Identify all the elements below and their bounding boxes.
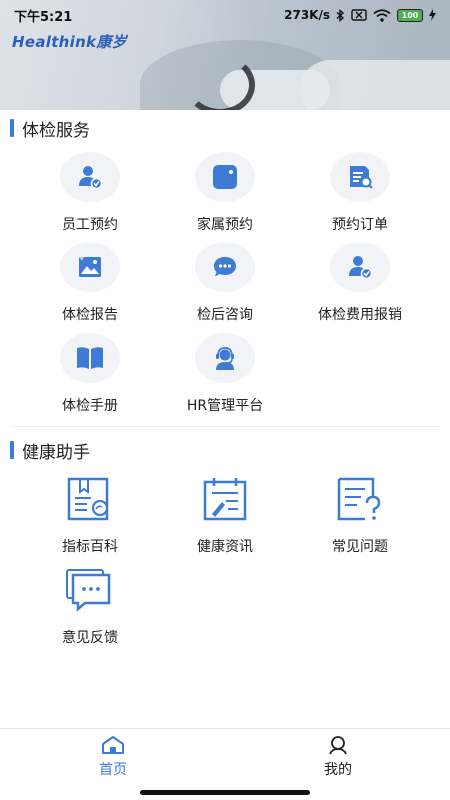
icon-circle <box>60 152 120 202</box>
service-label: 体检费用报销 <box>318 307 402 323</box>
section-title-text: 健康助手 <box>22 442 90 463</box>
assistant-indicator-encyclopedia[interactable]: 指标百科 <box>15 474 165 562</box>
assistant-faq[interactable]: 常见问题 <box>285 474 435 562</box>
icon-circle <box>195 152 255 202</box>
no-sim-icon <box>351 9 367 21</box>
icon-circle <box>330 242 390 292</box>
assistant-label: 常见问题 <box>332 539 388 555</box>
user-icon <box>329 736 347 755</box>
bluetooth-icon <box>336 8 345 22</box>
user-check-icon <box>349 256 373 280</box>
feedback-chat-icon <box>66 569 111 612</box>
service-label: 体检手册 <box>62 398 118 414</box>
notepad-pen-icon <box>203 478 247 521</box>
icon-wrapper <box>60 474 120 524</box>
top-banner[interactable]: 下午5:21 273K/s 100 Healthink康岁 <box>0 0 450 110</box>
service-hr-platform[interactable]: HR管理平台 <box>150 333 300 421</box>
service-booking-orders[interactable]: 预约订单 <box>285 152 435 240</box>
assistant-label: 意见反馈 <box>62 630 118 646</box>
icon-circle <box>330 152 390 202</box>
charging-icon <box>429 9 436 21</box>
tab-home[interactable]: 首页 <box>63 735 163 785</box>
section-title-exam-services: 体检服务 <box>10 118 90 141</box>
section-accent-bar <box>10 441 14 459</box>
service-label: HR管理平台 <box>186 398 264 414</box>
service-exam-handbook[interactable]: 体检手册 <box>15 333 165 421</box>
section-divider <box>10 426 440 427</box>
battery-icon: 100 <box>397 8 423 22</box>
bottom-tab-bar: 首页 我的 <box>0 728 450 790</box>
support-agent-icon <box>216 347 234 370</box>
service-expense-reimbursement[interactable]: 体检费用报销 <box>285 242 435 330</box>
tab-label: 首页 <box>99 762 127 778</box>
wifi-icon <box>373 8 391 22</box>
network-speed: 273K/s <box>284 8 330 22</box>
service-label: 预约订单 <box>332 217 388 233</box>
service-label: 检后咨询 <box>197 307 253 323</box>
tab-label: 我的 <box>324 762 352 778</box>
tablet-icon <box>213 165 237 189</box>
icon-wrapper <box>330 474 390 524</box>
service-family-booking[interactable]: 家属预约 <box>150 152 300 240</box>
book-search-icon <box>67 477 109 521</box>
status-icons: 273K/s 100 <box>284 8 436 22</box>
service-employee-booking[interactable]: 员工预约 <box>15 152 165 240</box>
icon-circle <box>60 333 120 383</box>
section-accent-bar <box>10 119 14 137</box>
home-icon <box>102 736 124 754</box>
chat-bubble-icon <box>214 257 236 277</box>
section-title-health-assistant: 健康助手 <box>10 440 90 463</box>
section-title-text: 体检服务 <box>22 120 90 141</box>
service-exam-report[interactable]: 体检报告 <box>15 242 165 330</box>
report-image-icon <box>79 257 101 277</box>
user-check-icon <box>79 166 103 190</box>
icon-wrapper <box>60 565 120 615</box>
book-icon <box>77 347 103 369</box>
tab-mine[interactable]: 我的 <box>288 735 388 785</box>
order-search-icon <box>350 166 373 189</box>
status-time: 下午5:21 <box>14 9 73 25</box>
home-indicator <box>140 790 310 795</box>
status-bar: 下午5:21 273K/s 100 <box>0 0 450 30</box>
service-label: 家属预约 <box>197 217 253 233</box>
service-label: 体检报告 <box>62 307 118 323</box>
assistant-health-news[interactable]: 健康资讯 <box>150 474 300 562</box>
assistant-label: 指标百科 <box>62 539 118 555</box>
assistant-feedback[interactable]: 意见反馈 <box>15 565 165 653</box>
service-label: 员工预约 <box>62 217 118 233</box>
assistant-label: 健康资讯 <box>197 539 253 555</box>
service-post-exam-consult[interactable]: 检后咨询 <box>150 242 300 330</box>
icon-circle <box>60 242 120 292</box>
icon-wrapper <box>195 474 255 524</box>
icon-circle <box>195 242 255 292</box>
icon-circle <box>195 333 255 383</box>
question-doc-icon <box>337 477 381 521</box>
banner-arm <box>300 60 450 110</box>
stethoscope-tube <box>185 55 255 110</box>
brand-logo: Healthink康岁 <box>12 33 127 51</box>
